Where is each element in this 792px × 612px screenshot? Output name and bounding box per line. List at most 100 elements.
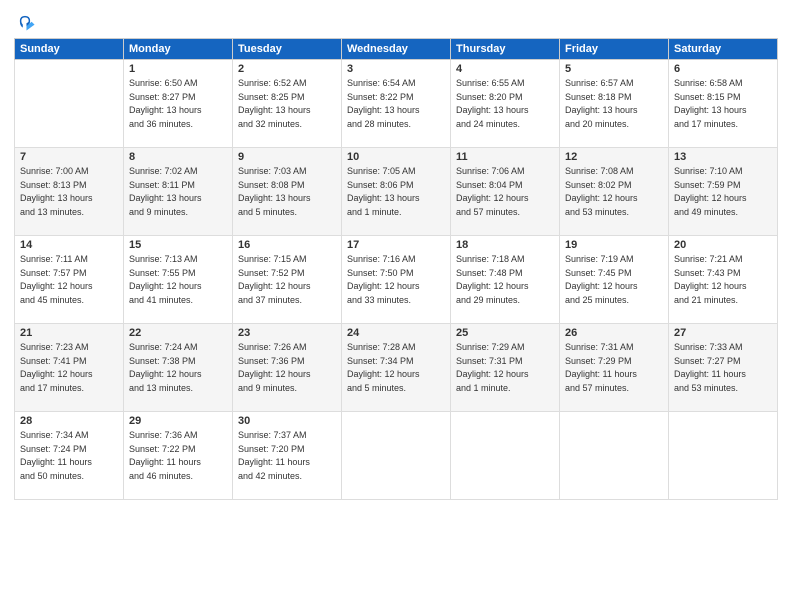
calendar-cell	[342, 412, 451, 500]
calendar-cell: 25Sunrise: 7:29 AMSunset: 7:31 PMDayligh…	[451, 324, 560, 412]
day-info: Sunrise: 7:31 AMSunset: 7:29 PMDaylight:…	[565, 341, 663, 395]
calendar-cell	[15, 60, 124, 148]
day-info: Sunrise: 7:16 AMSunset: 7:50 PMDaylight:…	[347, 253, 445, 307]
calendar-cell: 17 Sunrise: 7:16 AMSunset: 7:50 PMDayligh…	[342, 236, 451, 324]
calendar-cell	[451, 412, 560, 500]
day-number: 8	[129, 151, 227, 163]
day-number: 10	[347, 151, 445, 163]
calendar-cell: 20Sunrise: 7:21 AMSunset: 7:43 PMDayligh…	[669, 236, 778, 324]
day-number: 23	[238, 327, 336, 339]
day-number: 12	[565, 151, 663, 163]
calendar-cell: 15 Sunrise: 7:13 AMSunset: 7:55 PMDayligh…	[124, 236, 233, 324]
calendar-cell: 2 Sunrise: 6:52 AMSunset: 8:25 PMDaylight…	[233, 60, 342, 148]
header-row: SundayMondayTuesdayWednesdayThursdayFrid…	[15, 39, 778, 60]
day-info: Sunrise: 7:33 AMSunset: 7:27 PMDaylight:…	[674, 341, 772, 395]
day-info: Sunrise: 7:19 AMSunset: 7:45 PMDaylight:…	[565, 253, 663, 307]
day-number: 2	[238, 63, 336, 75]
calendar-cell: 10Sunrise: 7:05 AMSunset: 8:06 PMDayligh…	[342, 148, 451, 236]
week-row-4: 28 Sunrise: 7:34 AMSunset: 7:24 PMDayligh…	[15, 412, 778, 500]
calendar-cell: 28 Sunrise: 7:34 AMSunset: 7:24 PMDayligh…	[15, 412, 124, 500]
day-number: 24	[347, 327, 445, 339]
day-info: Sunrise: 7:24 AMSunset: 7:38 PMDaylight:…	[129, 341, 227, 395]
week-row-0: 1 Sunrise: 6:50 AMSunset: 8:27 PMDaylight…	[15, 60, 778, 148]
calendar-cell: 27 Sunrise: 7:33 AMSunset: 7:27 PMDayligh…	[669, 324, 778, 412]
day-info: Sunrise: 6:57 AMSunset: 8:18 PMDaylight:…	[565, 77, 663, 131]
day-number: 22	[129, 327, 227, 339]
day-number: 27	[674, 327, 772, 339]
calendar-cell: 7Sunrise: 7:00 AMSunset: 8:13 PMDaylight…	[15, 148, 124, 236]
day-number: 28	[20, 415, 118, 427]
calendar-cell: 18Sunrise: 7:18 AMSunset: 7:48 PMDayligh…	[451, 236, 560, 324]
day-info: Sunrise: 7:34 AMSunset: 7:24 PMDaylight:…	[20, 429, 118, 483]
day-info: Sunrise: 6:54 AMSunset: 8:22 PMDaylight:…	[347, 77, 445, 131]
day-number: 6	[674, 63, 772, 75]
day-info: Sunrise: 6:58 AMSunset: 8:15 PMDaylight:…	[674, 77, 772, 131]
day-number: 1	[129, 63, 227, 75]
day-number: 17	[347, 239, 445, 251]
day-info: Sunrise: 6:50 AMSunset: 8:27 PMDaylight:…	[129, 77, 227, 131]
day-number: 5	[565, 63, 663, 75]
calendar-cell: 19 Sunrise: 7:19 AMSunset: 7:45 PMDayligh…	[560, 236, 669, 324]
week-row-1: 7Sunrise: 7:00 AMSunset: 8:13 PMDaylight…	[15, 148, 778, 236]
calendar-cell	[560, 412, 669, 500]
calendar-table: SundayMondayTuesdayWednesdayThursdayFrid…	[14, 38, 778, 500]
day-info: Sunrise: 7:08 AMSunset: 8:02 PMDaylight:…	[565, 165, 663, 219]
calendar-cell: 8 Sunrise: 7:02 AMSunset: 8:11 PMDaylight…	[124, 148, 233, 236]
calendar-cell: 26 Sunrise: 7:31 AMSunset: 7:29 PMDayligh…	[560, 324, 669, 412]
day-number: 26	[565, 327, 663, 339]
day-number: 11	[456, 151, 554, 163]
day-number: 19	[565, 239, 663, 251]
header-sunday: Sunday	[15, 39, 124, 60]
day-number: 9	[238, 151, 336, 163]
logo	[14, 10, 38, 32]
calendar-cell: 3 Sunrise: 6:54 AMSunset: 8:22 PMDaylight…	[342, 60, 451, 148]
header-thursday: Thursday	[451, 39, 560, 60]
day-number: 3	[347, 63, 445, 75]
header-tuesday: Tuesday	[233, 39, 342, 60]
day-info: Sunrise: 6:52 AMSunset: 8:25 PMDaylight:…	[238, 77, 336, 131]
header-saturday: Saturday	[669, 39, 778, 60]
day-info: Sunrise: 7:15 AMSunset: 7:52 PMDaylight:…	[238, 253, 336, 307]
week-row-3: 21 Sunrise: 7:23 AMSunset: 7:41 PMDayligh…	[15, 324, 778, 412]
calendar-cell: 30Sunrise: 7:37 AMSunset: 7:20 PMDayligh…	[233, 412, 342, 500]
day-number: 15	[129, 239, 227, 251]
day-number: 25	[456, 327, 554, 339]
week-row-2: 14Sunrise: 7:11 AMSunset: 7:57 PMDayligh…	[15, 236, 778, 324]
day-number: 4	[456, 63, 554, 75]
day-number: 14	[20, 239, 118, 251]
logo-icon	[14, 10, 36, 32]
header-monday: Monday	[124, 39, 233, 60]
day-info: Sunrise: 7:00 AMSunset: 8:13 PMDaylight:…	[20, 165, 118, 219]
calendar-cell	[669, 412, 778, 500]
day-info: Sunrise: 7:37 AMSunset: 7:20 PMDaylight:…	[238, 429, 336, 483]
day-info: Sunrise: 7:06 AMSunset: 8:04 PMDaylight:…	[456, 165, 554, 219]
calendar-cell: 9 Sunrise: 7:03 AMSunset: 8:08 PMDaylight…	[233, 148, 342, 236]
day-info: Sunrise: 7:21 AMSunset: 7:43 PMDaylight:…	[674, 253, 772, 307]
calendar-cell: 23Sunrise: 7:26 AMSunset: 7:36 PMDayligh…	[233, 324, 342, 412]
calendar-cell: 14Sunrise: 7:11 AMSunset: 7:57 PMDayligh…	[15, 236, 124, 324]
day-info: Sunrise: 7:10 AMSunset: 7:59 PMDaylight:…	[674, 165, 772, 219]
calendar-cell: 11 Sunrise: 7:06 AMSunset: 8:04 PMDayligh…	[451, 148, 560, 236]
header-friday: Friday	[560, 39, 669, 60]
day-info: Sunrise: 7:28 AMSunset: 7:34 PMDaylight:…	[347, 341, 445, 395]
day-info: Sunrise: 7:36 AMSunset: 7:22 PMDaylight:…	[129, 429, 227, 483]
day-number: 21	[20, 327, 118, 339]
day-number: 18	[456, 239, 554, 251]
day-info: Sunrise: 7:03 AMSunset: 8:08 PMDaylight:…	[238, 165, 336, 219]
day-info: Sunrise: 7:13 AMSunset: 7:55 PMDaylight:…	[129, 253, 227, 307]
calendar-cell: 22 Sunrise: 7:24 AMSunset: 7:38 PMDayligh…	[124, 324, 233, 412]
calendar-cell: 29 Sunrise: 7:36 AMSunset: 7:22 PMDayligh…	[124, 412, 233, 500]
calendar-cell: 4 Sunrise: 6:55 AMSunset: 8:20 PMDaylight…	[451, 60, 560, 148]
calendar-cell: 12 Sunrise: 7:08 AMSunset: 8:02 PMDayligh…	[560, 148, 669, 236]
day-number: 13	[674, 151, 772, 163]
calendar-cell: 21 Sunrise: 7:23 AMSunset: 7:41 PMDayligh…	[15, 324, 124, 412]
day-info: Sunrise: 7:02 AMSunset: 8:11 PMDaylight:…	[129, 165, 227, 219]
day-info: Sunrise: 6:55 AMSunset: 8:20 PMDaylight:…	[456, 77, 554, 131]
calendar-cell: 16Sunrise: 7:15 AMSunset: 7:52 PMDayligh…	[233, 236, 342, 324]
day-info: Sunrise: 7:23 AMSunset: 7:41 PMDaylight:…	[20, 341, 118, 395]
day-number: 29	[129, 415, 227, 427]
calendar-cell: 5 Sunrise: 6:57 AMSunset: 8:18 PMDaylight…	[560, 60, 669, 148]
calendar-cell: 13 Sunrise: 7:10 AMSunset: 7:59 PMDayligh…	[669, 148, 778, 236]
page-header	[14, 10, 778, 32]
calendar-cell: 1 Sunrise: 6:50 AMSunset: 8:27 PMDaylight…	[124, 60, 233, 148]
